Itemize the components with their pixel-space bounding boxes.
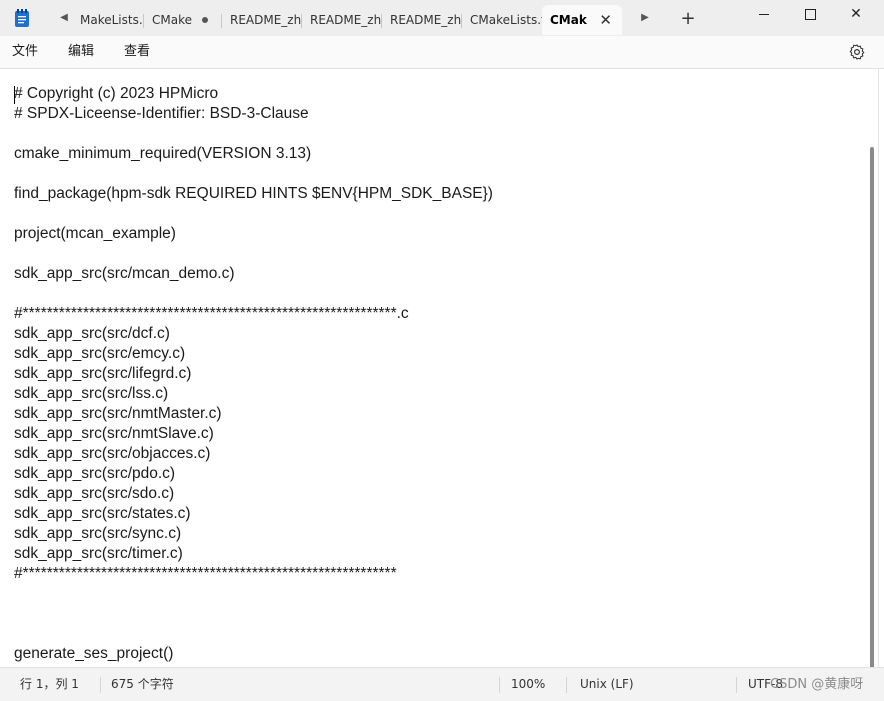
close-tab-icon[interactable]: ✕ (599, 5, 612, 35)
tab-readme-zh-1[interactable]: README_zh. (222, 5, 302, 35)
notepad-app-icon (15, 9, 29, 27)
code-line[interactable]: sdk_app_src(src/lifegrd.c) (14, 364, 493, 384)
code-line[interactable]: # Copyright (c) 2023 HPMicro (14, 84, 493, 104)
code-line[interactable]: sdk_app_src(src/mcan_demo.c) (14, 264, 493, 284)
minimize-icon (759, 13, 769, 15)
status-divider (566, 677, 567, 693)
tab-label: MakeLists.t (80, 13, 144, 27)
cursor-position[interactable]: 行 1，列 1 (20, 668, 79, 701)
code-line[interactable]: sdk_app_src(src/sync.c) (14, 524, 493, 544)
code-line[interactable]: cmake_minimum_required(VERSION 3.13) (14, 144, 493, 164)
code-line[interactable]: sdk_app_src(src/nmtMaster.c) (14, 404, 493, 424)
code-line[interactable]: sdk_app_src(src/pdo.c) (14, 464, 493, 484)
status-divider (736, 677, 737, 693)
status-divider (100, 677, 101, 693)
maximize-icon (804, 8, 816, 20)
code-line[interactable]: sdk_app_src(src/nmtSlave.c) (14, 424, 493, 444)
code-line[interactable]: sdk_app_src(src/emcy.c) (14, 344, 493, 364)
code-line[interactable] (14, 284, 493, 304)
code-line[interactable] (14, 604, 493, 624)
status-divider (499, 677, 500, 693)
code-line[interactable]: sdk_app_src(src/timer.c) (14, 544, 493, 564)
code-line[interactable]: generate_ses_project() (14, 644, 493, 664)
menu-file[interactable]: 文件 (12, 36, 38, 68)
maximize-button[interactable] (787, 0, 833, 30)
watermark-text: CSDN @黄康呀 (770, 677, 864, 692)
tab-cmakelists-2[interactable]: CMakeLists.t (462, 5, 542, 35)
close-window-button[interactable]: ✕ (833, 0, 879, 30)
code-line[interactable] (14, 624, 493, 644)
tab-cmake-modified[interactable]: CMake (144, 5, 222, 35)
code-line[interactable]: # SPDX-Liceense-Identifier: BSD-3-Clause (14, 104, 493, 124)
text-caret (14, 86, 15, 104)
menu-bar: 文件 编辑 查看 (0, 36, 884, 69)
close-icon: ✕ (850, 6, 862, 22)
unsaved-dot-icon (202, 17, 208, 23)
menu-edit[interactable]: 编辑 (68, 36, 94, 68)
code-line[interactable]: sdk_app_src(src/lss.c) (14, 384, 493, 404)
editor-content[interactable]: # Copyright (c) 2023 HPMicro # SPDX-Licee… (14, 84, 493, 664)
tab-label: README_zh. (310, 13, 382, 27)
code-line[interactable]: find_package(hpm-sdk REQUIRED HINTS $ENV… (14, 184, 493, 204)
tab-cmakelists-1[interactable]: MakeLists.t (72, 5, 144, 35)
tab-cmak-active[interactable]: CMak ✕ (542, 5, 622, 35)
settings-gear-icon[interactable] (848, 43, 866, 61)
code-line[interactable] (14, 204, 493, 224)
new-tab-button[interactable]: + (677, 5, 699, 33)
code-line[interactable]: sdk_app_src(src/objacces.c) (14, 444, 493, 464)
tab-label: CMake (152, 13, 192, 27)
code-line[interactable]: project(mcan_example) (14, 224, 493, 244)
code-line[interactable]: #***************************************… (14, 304, 493, 324)
code-line[interactable]: sdk_app_src(src/sdo.c) (14, 484, 493, 504)
title-bar: ◀ MakeLists.t CMake README_zh. README_zh… (0, 0, 884, 36)
text-editor[interactable]: # Copyright (c) 2023 HPMicro # SPDX-Licee… (0, 69, 878, 667)
minimize-button[interactable] (741, 0, 787, 30)
tab-label: CMakeLists.t (470, 13, 542, 27)
code-line[interactable]: sdk_app_src(src/states.c) (14, 504, 493, 524)
tab-readme-zh-2[interactable]: README_zh. (302, 5, 382, 35)
status-bar: 行 1，列 1 675 个字符 100% Unix (LF) UTF-8 CSD… (0, 667, 884, 701)
zoom-level[interactable]: 100% (511, 668, 545, 701)
line-ending[interactable]: Unix (LF) (580, 668, 634, 701)
character-count: 675 个字符 (111, 677, 174, 691)
menu-view[interactable]: 查看 (124, 36, 150, 68)
tab-label: CMak (550, 13, 587, 27)
tab-label: README_zh. (390, 13, 462, 27)
window-edge (878, 69, 884, 667)
code-line[interactable] (14, 244, 493, 264)
scroll-tabs-right-icon[interactable]: ▶ (637, 10, 653, 26)
code-line[interactable]: sdk_app_src(src/dcf.c) (14, 324, 493, 344)
scroll-tabs-left-icon[interactable]: ◀ (56, 10, 72, 26)
tab-label: README_zh. (230, 13, 302, 27)
code-line[interactable] (14, 584, 493, 604)
vertical-scrollbar[interactable] (870, 147, 874, 667)
code-line[interactable] (14, 164, 493, 184)
code-line[interactable] (14, 124, 493, 144)
code-line[interactable]: #***************************************… (14, 564, 493, 584)
tab-readme-zh-3[interactable]: README_zh. (382, 5, 462, 35)
